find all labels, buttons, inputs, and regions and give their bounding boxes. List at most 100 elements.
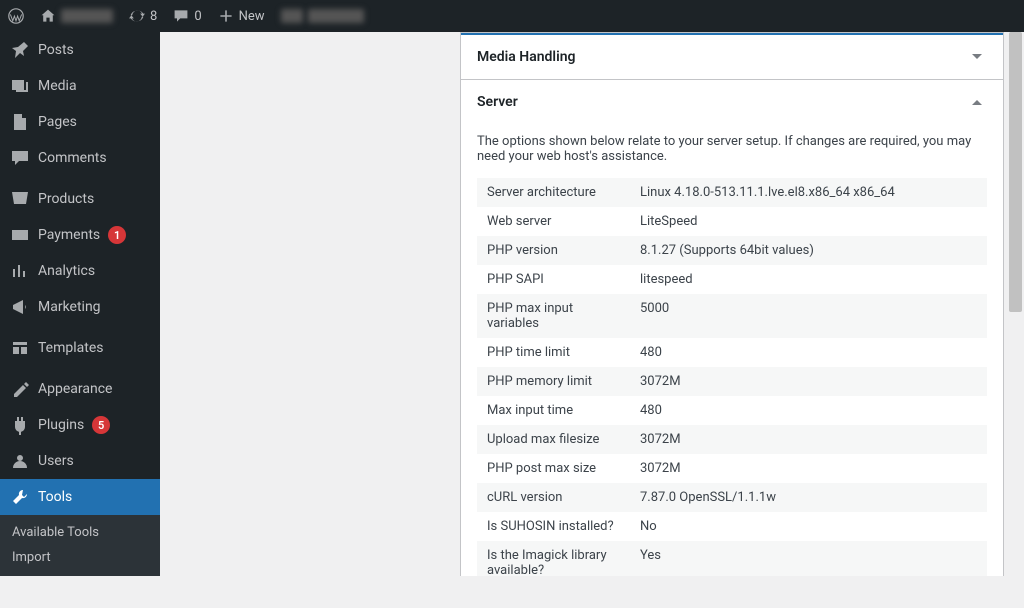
sidebar-item-payments[interactable]: Payments 1 — [0, 217, 160, 253]
info-key: Upload max filesize — [477, 425, 630, 454]
info-key: PHP memory limit — [477, 367, 630, 396]
table-row: PHP SAPIlitespeed — [477, 265, 987, 294]
table-row: PHP version8.1.27 (Supports 64bit values… — [477, 236, 987, 265]
new-label: New — [239, 9, 265, 24]
sidebar-item-label: Appearance — [38, 381, 112, 397]
appearance-icon — [10, 379, 30, 399]
sidebar-item-label: Payments — [38, 227, 100, 243]
product-icon — [10, 189, 30, 209]
sidebar-item-analytics[interactable]: Analytics — [0, 253, 160, 289]
info-key: PHP time limit — [477, 338, 630, 367]
comments-count: 0 — [194, 9, 201, 24]
analytics-icon — [10, 261, 30, 281]
sidebar-item-templates[interactable]: Templates — [0, 330, 160, 366]
plus-icon — [218, 8, 234, 24]
info-value: 8.1.27 (Supports 64bit values) — [630, 236, 987, 265]
info-value: 3072M — [630, 454, 987, 483]
table-row: Server architectureLinux 4.18.0-513.11.1… — [477, 178, 987, 207]
info-value: 480 — [630, 396, 987, 425]
main-content: Media Handling Server The options shown … — [160, 32, 1024, 576]
sidebar-item-pages[interactable]: Pages — [0, 104, 160, 140]
media-icon — [10, 76, 30, 96]
sidebar-item-comments[interactable]: Comments — [0, 140, 160, 176]
vertical-scrollbar[interactable] — [1007, 32, 1024, 576]
table-row: Web serverLiteSpeed — [477, 207, 987, 236]
sidebar-item-media[interactable]: Media — [0, 68, 160, 104]
panel-body-server: The options shown below relate to your s… — [461, 124, 1003, 576]
sidebar-item-marketing[interactable]: Marketing — [0, 289, 160, 325]
update-badge: 1 — [108, 226, 126, 244]
server-description: The options shown below relate to your s… — [477, 134, 987, 164]
table-row: Max input time480 — [477, 396, 987, 425]
submenu-item-import[interactable]: Import — [0, 545, 160, 570]
tools-icon — [10, 487, 30, 507]
info-value: litespeed — [630, 265, 987, 294]
info-key: cURL version — [477, 483, 630, 512]
admin-sidebar: Posts MediaPages Comments Products Payments 1… — [0, 32, 160, 576]
comments-link[interactable]: 0 — [165, 0, 209, 32]
admin-top-bar: 8 0 New — [0, 0, 1024, 32]
sidebar-item-label: Templates — [38, 340, 104, 356]
page-icon — [10, 112, 30, 132]
sidebar-item-appearance[interactable]: Appearance — [0, 371, 160, 407]
info-value: Linux 4.18.0-513.11.1.lve.el8.x86_64 x86… — [630, 178, 987, 207]
info-value: 3072M — [630, 367, 987, 396]
wp-logo[interactable] — [0, 0, 32, 32]
sidebar-item-label: Comments — [38, 150, 107, 166]
sidebar-item-products[interactable]: Products — [0, 181, 160, 217]
extra-item[interactable] — [273, 0, 372, 32]
info-key: PHP version — [477, 236, 630, 265]
panel-header-server[interactable]: Server — [461, 80, 1003, 124]
info-value: Yes — [630, 541, 987, 576]
info-key: Web server — [477, 207, 630, 236]
info-value: 3072M — [630, 425, 987, 454]
submenu-item-available-tools[interactable]: Available Tools — [0, 520, 160, 545]
template-icon — [10, 338, 30, 358]
sidebar-item-label: Analytics — [38, 263, 95, 279]
plugin-icon — [10, 415, 30, 435]
payment-icon — [10, 225, 30, 245]
sidebar-item-posts[interactable]: Posts — [0, 32, 160, 68]
new-content[interactable]: New — [210, 0, 273, 32]
sidebar-item-users[interactable]: Users — [0, 443, 160, 479]
info-value: 5000 — [630, 294, 987, 338]
sidebar-item-label: Users — [38, 453, 74, 469]
sidebar-item-label: Products — [38, 191, 94, 207]
scrollbar-thumb[interactable] — [1009, 32, 1022, 312]
users-icon — [10, 451, 30, 471]
sidebar-item-label: Tools — [38, 489, 72, 505]
info-value: 7.87.0 OpenSSL/1.1.1w — [630, 483, 987, 512]
site-name[interactable] — [32, 0, 121, 32]
refresh-icon — [129, 8, 145, 24]
table-row: Is SUHOSIN installed?No — [477, 512, 987, 541]
info-key: Server architecture — [477, 178, 630, 207]
sidebar-item-label: Posts — [38, 42, 74, 58]
chevron-down-icon — [967, 47, 987, 67]
sidebar-item-plugins[interactable]: Plugins 5 — [0, 407, 160, 443]
sidebar-item-tools[interactable]: Tools — [0, 479, 160, 515]
info-key: Is the Imagick library available? — [477, 541, 630, 576]
chevron-up-icon — [967, 92, 987, 112]
update-badge: 5 — [92, 416, 110, 434]
sidebar-item-label: Marketing — [38, 299, 101, 315]
info-key: PHP post max size — [477, 454, 630, 483]
table-row: Upload max filesize3072M — [477, 425, 987, 454]
table-row: PHP time limit480 — [477, 338, 987, 367]
table-row: PHP memory limit3072M — [477, 367, 987, 396]
updates-link[interactable]: 8 — [121, 0, 165, 32]
home-icon — [40, 8, 56, 24]
submenu-item-export[interactable]: Export — [0, 570, 160, 576]
info-key: Is SUHOSIN installed? — [477, 512, 630, 541]
panel-server: Server The options shown below relate to… — [460, 80, 1004, 576]
panel-header-media-handling[interactable]: Media Handling — [461, 33, 1003, 79]
marketing-icon — [10, 297, 30, 317]
table-row: Is the Imagick library available?Yes — [477, 541, 987, 576]
panel-title: Media Handling — [477, 49, 576, 65]
info-value: LiteSpeed — [630, 207, 987, 236]
table-row: PHP post max size3072M — [477, 454, 987, 483]
info-key: PHP max input variables — [477, 294, 630, 338]
sidebar-item-label: Plugins — [38, 417, 84, 433]
tools-submenu: Available ToolsImportExportSite Health1E… — [0, 515, 160, 576]
submenu-item-label: Import — [12, 550, 51, 565]
info-key: PHP SAPI — [477, 265, 630, 294]
